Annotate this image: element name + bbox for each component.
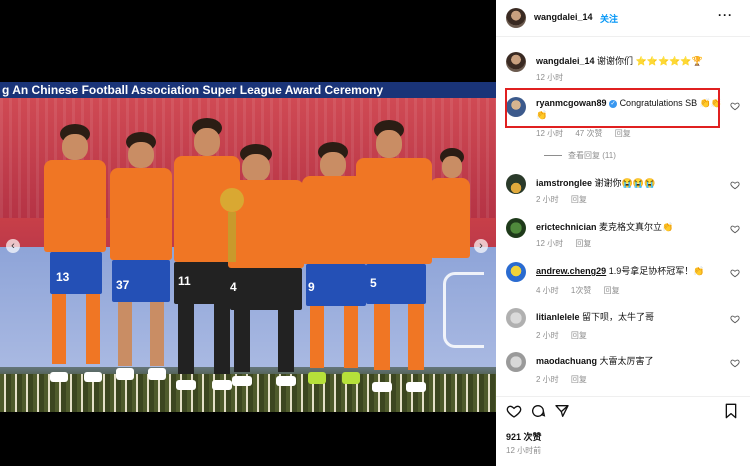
post-side-panel: wangdalei_14 关注 ··· wangdalei_14 谢谢你们 ⭐⭐… bbox=[496, 0, 750, 466]
comment-text: 大雷太厉害了 bbox=[599, 356, 654, 366]
comment-time: 2 小时 bbox=[536, 375, 559, 384]
shorts-number: 13 bbox=[50, 252, 102, 294]
reply-button[interactable]: 回复 bbox=[604, 286, 620, 295]
player-2: 37 bbox=[108, 132, 174, 397]
photo-area: g An Chinese Football Association Super … bbox=[0, 0, 496, 466]
commenter-avatar[interactable] bbox=[506, 308, 526, 328]
shorts-number: 5 bbox=[366, 264, 426, 304]
reply-button[interactable]: 回复 bbox=[575, 239, 591, 248]
comment-item: iamstronglee 谢谢你😭😭😭 bbox=[536, 176, 655, 189]
comment-time: 2 小时 bbox=[536, 331, 559, 340]
comment-meta: 2 小时 回复 bbox=[536, 194, 597, 205]
shorts-number: 4 bbox=[230, 268, 302, 310]
comment-meta: 12 小时 bbox=[536, 72, 573, 83]
commenter-avatar[interactable] bbox=[506, 262, 526, 282]
comment-time: 12 小时 bbox=[536, 129, 564, 138]
comment-meta: 4 小时 1次赞 回复 bbox=[536, 285, 630, 296]
author-username[interactable]: wangdalei_14 bbox=[534, 12, 593, 22]
comment-item: wangdalei_14 谢谢你们 ⭐⭐⭐⭐⭐🏆 bbox=[536, 54, 703, 67]
next-photo-button[interactable]: › bbox=[474, 239, 488, 253]
view-replies-button[interactable]: 查看回复 (11) bbox=[544, 150, 616, 161]
post-header: wangdalei_14 关注 ··· bbox=[496, 0, 750, 37]
player-7-background bbox=[430, 148, 470, 268]
comment-time: 12 小时 bbox=[536, 239, 564, 248]
shorts-number: 37 bbox=[112, 260, 170, 302]
commenter-avatar[interactable] bbox=[506, 174, 526, 194]
comment-meta: 12 小时 回复 bbox=[536, 238, 601, 249]
comment-text: 谢谢你们 ⭐⭐⭐⭐⭐🏆 bbox=[597, 56, 703, 66]
comment-meta: 12 小时 47 次赞 回复 bbox=[536, 128, 641, 139]
post-actions-bar bbox=[496, 396, 750, 427]
comment-text: 留下呗，太牛了哥 bbox=[582, 312, 655, 322]
highlight-box bbox=[505, 88, 720, 128]
player-4-goalkeeper: 4 bbox=[216, 144, 308, 396]
post-photo[interactable]: g An Chinese Football Association Super … bbox=[0, 82, 496, 412]
reply-button[interactable]: 回复 bbox=[571, 331, 587, 340]
comment-item: maodachuang 大雷太厉害了 bbox=[536, 354, 654, 367]
reply-button[interactable]: 回复 bbox=[615, 129, 631, 138]
comment-likes[interactable]: 47 次赞 bbox=[575, 129, 602, 138]
post-timestamp: 12 小时前 bbox=[506, 446, 542, 455]
heart-icon[interactable] bbox=[730, 268, 740, 278]
share-icon[interactable] bbox=[554, 403, 570, 419]
comment-text: 1.9号拿足协杯冠军！👏 bbox=[608, 266, 705, 276]
heart-icon[interactable] bbox=[730, 358, 740, 368]
comment-icon[interactable] bbox=[530, 403, 546, 419]
ceremony-banner: g An Chinese Football Association Super … bbox=[0, 82, 496, 98]
comment-username[interactable]: iamstronglee bbox=[536, 178, 592, 188]
comment-text: 麦克格文真尔立👏 bbox=[599, 222, 674, 232]
prev-photo-button[interactable]: ‹ bbox=[6, 239, 20, 253]
commenter-avatar[interactable] bbox=[506, 218, 526, 238]
comment-likes[interactable]: 1次赞 bbox=[571, 286, 591, 295]
heart-icon[interactable] bbox=[506, 403, 522, 419]
bookmark-icon[interactable] bbox=[724, 403, 738, 419]
comment-username[interactable]: maodachuang bbox=[536, 356, 597, 366]
comment-meta: 2 小时 回复 bbox=[536, 330, 597, 341]
comment-time: 12 小时 bbox=[536, 73, 564, 82]
player-1: 13 bbox=[40, 122, 110, 397]
trophy-stand bbox=[228, 212, 236, 262]
comment-item: litianlelele 留下呗，太牛了哥 bbox=[536, 310, 654, 323]
comment-username[interactable]: andrew.cheng29 bbox=[536, 266, 606, 276]
heart-icon[interactable] bbox=[730, 224, 740, 234]
comment-username[interactable]: erictechnician bbox=[536, 222, 597, 232]
player-6: 5 bbox=[350, 120, 436, 398]
comment-username[interactable]: litianlelele bbox=[536, 312, 580, 322]
comment-username[interactable]: wangdalei_14 bbox=[536, 56, 595, 66]
commenter-avatar[interactable] bbox=[506, 52, 526, 72]
comment-item: andrew.cheng29 1.9号拿足协杯冠军！👏 bbox=[536, 264, 704, 277]
comment-time: 2 小时 bbox=[536, 195, 559, 204]
author-avatar[interactable] bbox=[506, 8, 526, 28]
heart-icon[interactable] bbox=[730, 101, 740, 111]
commenter-avatar[interactable] bbox=[506, 352, 526, 372]
comment-meta: 2 小时 回复 bbox=[536, 374, 597, 385]
heart-icon[interactable] bbox=[730, 314, 740, 324]
golden-ball-trophy bbox=[220, 188, 244, 212]
reply-button[interactable]: 回复 bbox=[571, 375, 587, 384]
more-options-icon[interactable]: ··· bbox=[718, 8, 733, 22]
reply-button[interactable]: 回复 bbox=[571, 195, 587, 204]
follow-button[interactable]: 关注 bbox=[600, 12, 618, 25]
heart-icon[interactable] bbox=[730, 180, 740, 190]
comment-item: erictechnician 麦克格文真尔立👏 bbox=[536, 220, 673, 233]
comment-time: 4 小时 bbox=[536, 286, 559, 295]
board-logo bbox=[443, 272, 484, 348]
view-replies-label: 查看回复 (11) bbox=[568, 151, 616, 160]
comment-text: 谢谢你😭😭😭 bbox=[594, 178, 656, 188]
likes-count[interactable]: 921 次赞 bbox=[506, 430, 542, 443]
